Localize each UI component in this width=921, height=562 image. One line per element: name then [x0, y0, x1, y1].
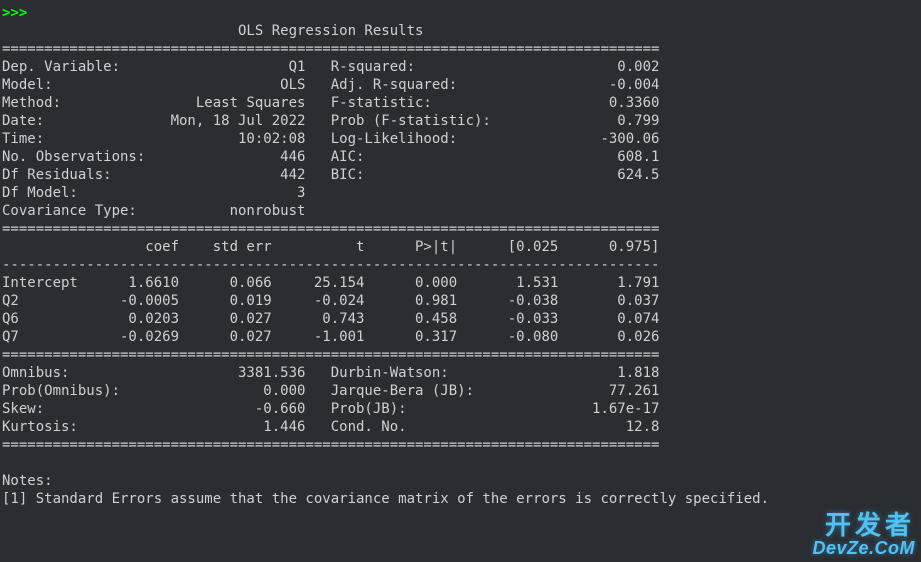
sep-4: ========================================…	[2, 437, 659, 453]
top-block: Dep. Variable: Q1 R-squared: 0.002 Model…	[2, 59, 659, 219]
sep-1: ========================================…	[2, 41, 659, 57]
title-line: OLS Regression Results	[2, 23, 423, 39]
watermark-cn: 开发者	[812, 512, 915, 539]
sep-dash: ----------------------------------------…	[2, 257, 659, 273]
watermark-en: DevZe.CoM	[812, 539, 915, 558]
notes-1: [1] Standard Errors assume that the cova…	[2, 491, 769, 507]
prompt-dots: >>>	[2, 5, 27, 21]
ols-output: >>> OLS Regression Results =============…	[0, 0, 921, 508]
watermark: 开发者 DevZe.CoM	[812, 512, 915, 558]
notes-label: Notes:	[2, 473, 53, 489]
coef-header: coef std err t P>|t| [0.025 0.975]	[2, 239, 659, 255]
sep-2: ========================================…	[2, 221, 659, 237]
coef-block: Intercept 1.6610 0.066 25.154 0.000 1.53…	[2, 275, 659, 345]
bottom-block: Omnibus: 3381.536 Durbin-Watson: 1.818 P…	[2, 365, 659, 435]
sep-3: ========================================…	[2, 347, 659, 363]
